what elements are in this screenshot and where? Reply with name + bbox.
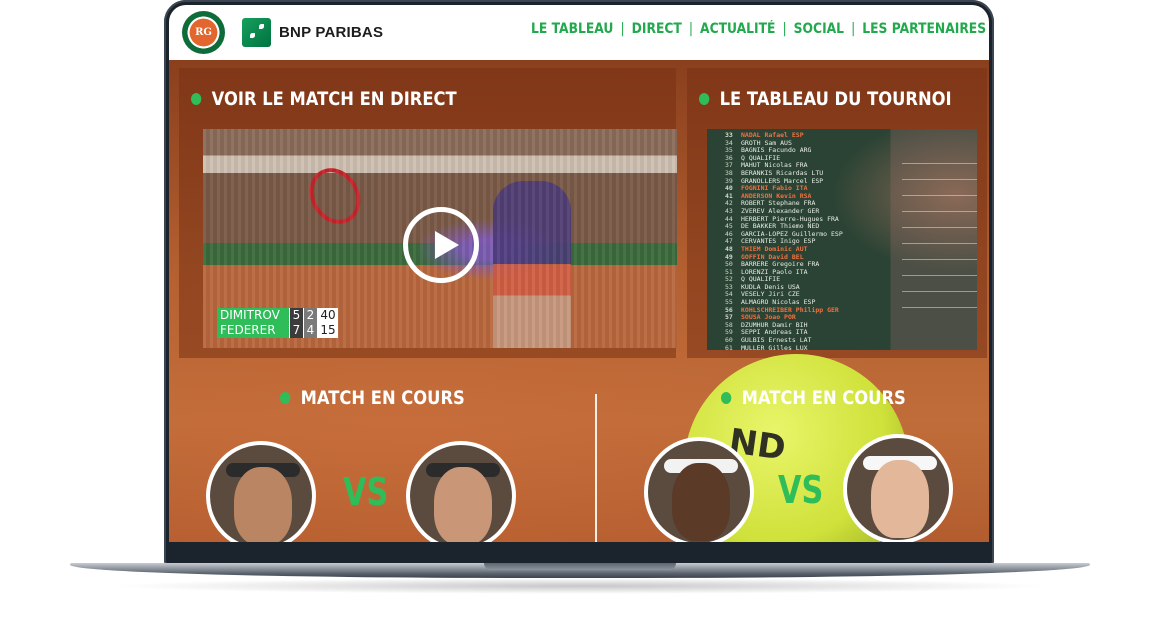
score-points: 40: [317, 308, 338, 323]
logo-text: RG: [195, 27, 212, 38]
green-dot-icon: [191, 93, 202, 105]
roland-garros-logo[interactable]: RG: [182, 11, 225, 54]
live-match-title: VOIR LE MATCH EN DIRECT: [191, 88, 457, 110]
score-row: FEDERER 7 4 15: [217, 323, 338, 338]
nav-separator: |: [782, 21, 787, 37]
match-2-heading: MATCH EN COURS: [741, 387, 906, 409]
face: [234, 467, 292, 542]
play-button-icon[interactable]: [403, 207, 479, 283]
player-avatar-williams[interactable]: [644, 437, 754, 542]
draw-entries: 33 NADAL Rafael ESP 34 GROTH Sam AUS 35 BAGNI…: [725, 131, 915, 350]
face: [871, 460, 929, 538]
main-nav: LE TABLEAU | DIRECT | ACTUALITÉ | SOCIAL…: [531, 21, 986, 37]
nav-les-partenaires[interactable]: LES PARTENAIRES: [862, 21, 986, 37]
nav-direct[interactable]: DIRECT: [632, 21, 682, 37]
face: [434, 467, 492, 542]
nav-separator: |: [850, 21, 856, 37]
live-video-player[interactable]: DIMITROV 5 2 40 FEDERER 7 4 15: [203, 129, 677, 348]
score-points: 15: [317, 323, 338, 338]
player-image: [493, 181, 571, 348]
draw-board-image[interactable]: 33 NADAL Rafael ESP 34 GROTH Sam AUS 35 BAGNI…: [707, 129, 977, 350]
draw-bracket-lines: [902, 163, 977, 313]
draw-entry-name: MULLER Gilles LUX: [741, 343, 808, 350]
green-dot-icon: [721, 392, 732, 404]
face: [672, 463, 730, 541]
section-divider: [595, 394, 597, 542]
bnp-paribas-logo-icon: [242, 18, 271, 47]
nav-social[interactable]: SOCIAL: [794, 21, 844, 37]
score-set1: 5: [289, 308, 303, 323]
score-set1: 7: [289, 323, 303, 338]
green-dot-icon: [699, 93, 710, 105]
match-2-vs: VS: [778, 468, 824, 512]
nav-separator: |: [688, 21, 693, 37]
live-match-heading: VOIR LE MATCH EN DIRECT: [211, 88, 457, 110]
nav-le-tableau[interactable]: LE TABLEAU: [531, 21, 613, 37]
match-2-title: MATCH EN COURS: [721, 387, 906, 409]
laptop-screen: RG BNP PARIBAS LE TABLEAU | DIRECT | ACT…: [169, 5, 989, 542]
match-1-title: MATCH EN COURS: [280, 387, 465, 409]
score-set2: 2: [303, 308, 317, 323]
score-row: DIMITROV 5 2 40: [217, 308, 338, 323]
score-player-name: DIMITROV: [217, 308, 289, 323]
score-player-name: FEDERER: [217, 323, 289, 338]
site-header: RG BNP PARIBAS LE TABLEAU | DIRECT | ACT…: [169, 5, 989, 60]
racket-image: [299, 158, 371, 234]
draw-entry-number: 61: [725, 343, 733, 350]
tournament-draw-panel: LE TABLEAU DU TOURNOI 33 NADAL Rafael ESP…: [687, 68, 987, 358]
green-dot-icon: [280, 392, 291, 404]
match-1-heading: MATCH EN COURS: [300, 387, 465, 409]
player-avatar-wozniacki[interactable]: [843, 434, 953, 542]
player-avatar-federer[interactable]: [406, 441, 516, 542]
laptop-notch: [484, 563, 676, 570]
match-1-vs: VS: [343, 470, 389, 514]
draw-heading: LE TABLEAU DU TOURNOI: [719, 88, 952, 110]
laptop-shadow: [110, 578, 1050, 594]
sponsor-name: BNP PARIBAS: [279, 24, 384, 41]
draw-entry: 61 MULLER Gilles LUX: [725, 343, 915, 350]
live-scoreboard: DIMITROV 5 2 40 FEDERER 7 4 15: [217, 308, 338, 338]
nav-actualite[interactable]: ACTUALITÉ: [700, 21, 775, 37]
nav-separator: |: [620, 21, 625, 37]
player-avatar-nadal[interactable]: [206, 441, 316, 542]
page-content: VOIR LE MATCH EN DIRECT DIMITROV 5 2 40 …: [169, 60, 989, 542]
score-set2: 4: [303, 323, 317, 338]
draw-title: LE TABLEAU DU TOURNOI: [699, 88, 952, 110]
live-match-panel: VOIR LE MATCH EN DIRECT DIMITROV 5 2 40 …: [179, 68, 677, 358]
